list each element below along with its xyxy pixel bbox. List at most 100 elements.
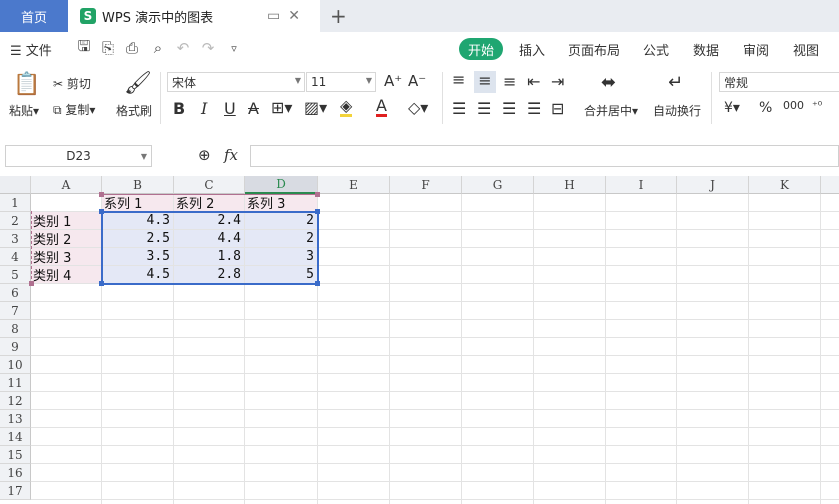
more-dropdown-icon[interactable]: ▿	[226, 40, 242, 56]
fx-button[interactable]: fx	[224, 146, 238, 164]
resize-handle[interactable]	[315, 209, 320, 214]
strikethrough-icon[interactable]: A	[248, 99, 259, 118]
row-header-13[interactable]: 13	[0, 410, 31, 428]
fill-color-icon[interactable]: ◈	[340, 98, 353, 117]
format-painter-icon[interactable]: 🖌	[124, 71, 152, 96]
indent-increase-icon[interactable]: ⇥	[551, 72, 564, 91]
percent-button[interactable]: %	[759, 100, 772, 116]
redo-icon[interactable]: ↷	[200, 39, 216, 57]
indent-decrease-icon[interactable]: ⇤	[527, 72, 540, 91]
monitor-icon[interactable]: ▭	[267, 8, 288, 24]
divider	[711, 72, 712, 124]
column-header-a[interactable]: A	[31, 176, 102, 194]
name-box[interactable]: D23 ▼	[5, 145, 152, 167]
resize-handle[interactable]	[99, 192, 104, 197]
new-tab-button[interactable]: +	[330, 4, 347, 28]
number-format-select[interactable]: 常规	[719, 72, 839, 92]
formula-input[interactable]	[250, 145, 839, 167]
tab-review[interactable]: 审阅	[743, 40, 769, 59]
cell-a1[interactable]	[31, 194, 102, 212]
row-header-8[interactable]: 8	[0, 320, 31, 338]
tab-view[interactable]: 视图	[793, 40, 819, 59]
row-header-16[interactable]: 16	[0, 464, 31, 482]
increase-font-icon[interactable]: A⁺	[384, 72, 402, 90]
column-header-d[interactable]: D	[245, 176, 318, 194]
tab-insert[interactable]: 插入	[519, 40, 545, 59]
row-header-9[interactable]: 9	[0, 338, 31, 356]
row-header-10[interactable]: 10	[0, 356, 31, 374]
save-icon[interactable]: 🖫	[76, 37, 92, 56]
decimal-increase-icon[interactable]: ⁺⁰	[812, 99, 822, 112]
format-painter-button[interactable]: 格式刷	[116, 102, 152, 119]
column-header-b[interactable]: B	[102, 176, 174, 194]
paste-button[interactable]: 粘贴▾	[9, 102, 39, 119]
tab-start[interactable]: 开始	[459, 38, 503, 60]
font-color-icon[interactable]: A	[376, 98, 387, 117]
font-size-select[interactable]: 11 ▼	[306, 72, 376, 92]
select-all-corner[interactable]	[0, 176, 31, 194]
row-header-5[interactable]: 5	[0, 266, 31, 284]
font-name-select[interactable]: 宋体 ▼	[167, 72, 305, 92]
paste-icon[interactable]: 📋	[13, 72, 40, 97]
resize-handle[interactable]	[315, 281, 320, 286]
italic-icon[interactable]: I	[201, 99, 207, 118]
undo-icon[interactable]: ↶	[175, 39, 191, 57]
print-preview-icon[interactable]: ⌕	[150, 39, 166, 57]
distribute-icon[interactable]: ⊟	[551, 99, 564, 118]
column-header-e[interactable]: E	[318, 176, 390, 194]
tab-document[interactable]: S WPS 演示中的图表 ▭✕	[68, 0, 320, 32]
column-header-c[interactable]: C	[174, 176, 245, 194]
column-header-f[interactable]: F	[390, 176, 462, 194]
row-header-14[interactable]: 14	[0, 428, 31, 446]
clear-format-icon[interactable]: ◇▾	[408, 98, 428, 117]
underline-icon[interactable]: U	[224, 99, 236, 118]
merge-center-icon[interactable]: ⬌	[601, 72, 616, 93]
wrap-text-button[interactable]: 自动换行	[653, 102, 701, 119]
row-header-3[interactable]: 3	[0, 230, 31, 248]
align-left-icon[interactable]: ☰	[452, 99, 466, 118]
tab-home[interactable]: 首页	[0, 0, 68, 32]
zoom-search-icon[interactable]: ⊕	[198, 146, 211, 164]
row-header-6[interactable]: 6	[0, 284, 31, 302]
resize-handle[interactable]	[315, 192, 320, 197]
row-header-17[interactable]: 17	[0, 482, 31, 500]
align-right-icon[interactable]: ☰	[502, 99, 516, 118]
resize-handle[interactable]	[29, 281, 34, 286]
align-bottom-icon[interactable]: ≡	[503, 72, 516, 91]
row-header-1[interactable]: 1	[0, 194, 31, 212]
column-header-j[interactable]: J	[677, 176, 749, 194]
tab-formula[interactable]: 公式	[643, 40, 669, 59]
resize-handle[interactable]	[99, 281, 104, 286]
copy-button[interactable]: ⧉ 复制▾	[53, 101, 95, 118]
fill-pattern-icon[interactable]: ▨▾	[304, 98, 327, 117]
column-header-k[interactable]: K	[749, 176, 821, 194]
wrap-text-icon[interactable]: ↵	[668, 72, 683, 93]
thousands-button[interactable]: 000	[783, 99, 804, 112]
tab-data[interactable]: 数据	[693, 40, 719, 59]
column-header-i[interactable]: I	[606, 176, 677, 194]
cut-button[interactable]: ✂ 剪切	[53, 75, 91, 92]
close-icon[interactable]: ✕	[288, 8, 308, 24]
export-icon[interactable]: ⎘	[100, 39, 116, 57]
resize-handle[interactable]	[99, 209, 104, 214]
row-header-4[interactable]: 4	[0, 248, 31, 266]
align-top-icon[interactable]: ≡	[452, 70, 465, 89]
row-header-15[interactable]: 15	[0, 446, 31, 464]
tab-page-layout[interactable]: 页面布局	[568, 40, 620, 59]
justify-icon[interactable]: ☰	[527, 99, 541, 118]
align-center-icon[interactable]: ☰	[477, 99, 491, 118]
currency-button[interactable]: ¥▾	[724, 100, 740, 116]
column-header-h[interactable]: H	[534, 176, 606, 194]
merge-center-button[interactable]: 合并居中▾	[584, 102, 638, 119]
print-icon[interactable]: ⎙	[124, 39, 140, 57]
file-menu[interactable]: ☰ 文件	[10, 40, 52, 59]
row-header-2[interactable]: 2	[0, 212, 31, 230]
row-header-11[interactable]: 11	[0, 374, 31, 392]
column-header-g[interactable]: G	[462, 176, 534, 194]
row-header-12[interactable]: 12	[0, 392, 31, 410]
align-middle-icon[interactable]: ≡	[474, 71, 496, 93]
bold-icon[interactable]: B	[173, 99, 185, 118]
row-header-7[interactable]: 7	[0, 302, 31, 320]
borders-icon[interactable]: ⊞▾	[271, 98, 292, 117]
decrease-font-icon[interactable]: A⁻	[408, 72, 426, 90]
